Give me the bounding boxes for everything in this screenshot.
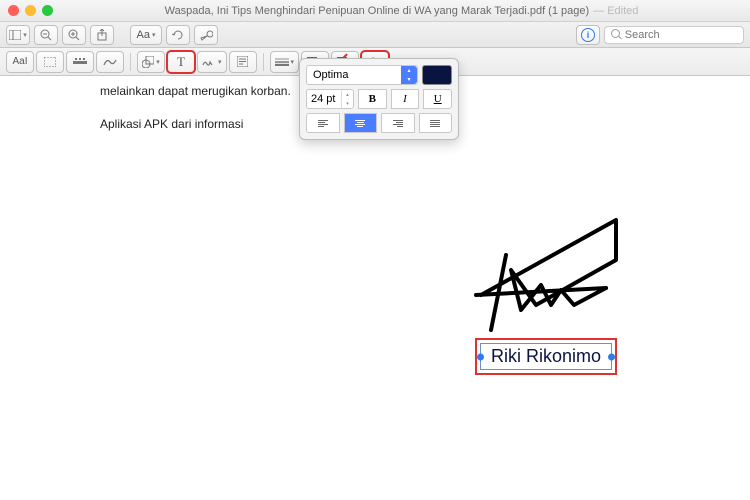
sketch-tool[interactable]: AaI — [6, 51, 34, 73]
underline-button[interactable]: U — [423, 89, 452, 109]
share-button[interactable] — [90, 25, 114, 45]
draw-tool[interactable] — [96, 51, 124, 73]
font-size-input[interactable]: 24 pt ▴▾ — [306, 89, 354, 109]
zoom-window-button[interactable] — [42, 5, 53, 16]
zoom-out-button[interactable] — [34, 25, 58, 45]
resize-handle-left[interactable] — [477, 353, 484, 360]
rotate-button[interactable] — [166, 25, 190, 45]
main-toolbar: ▾ Aa▾ i — [0, 22, 750, 48]
size-stepper-icon: ▴▾ — [341, 90, 353, 108]
resize-handle-right[interactable] — [608, 353, 615, 360]
annotation-text: Riki Rikonimo — [491, 346, 601, 366]
font-family-select[interactable]: Optima ▴▾ — [306, 65, 418, 85]
text-tool[interactable]: T — [167, 51, 195, 73]
sign-tool[interactable]: ▾ — [197, 51, 227, 73]
align-justify-button[interactable] — [419, 113, 453, 133]
traffic-lights — [8, 5, 53, 16]
search-icon — [611, 29, 621, 40]
shapes-tool[interactable]: ▾ — [137, 51, 165, 73]
signature-drawing[interactable] — [466, 200, 646, 340]
search-field[interactable] — [604, 26, 744, 44]
align-right-button[interactable] — [381, 113, 415, 133]
italic-button[interactable]: I — [391, 89, 420, 109]
markup-toggle-button[interactable] — [194, 25, 218, 45]
align-right-icon — [393, 120, 403, 127]
info-button[interactable]: i — [576, 25, 600, 45]
highlight-button[interactable]: Aa▾ — [130, 25, 162, 45]
note-tool[interactable] — [229, 51, 257, 73]
sidebar-toggle-button[interactable]: ▾ — [6, 25, 30, 45]
align-center-button[interactable] — [344, 113, 378, 133]
text-annotation-highlight: Riki Rikonimo — [475, 338, 617, 375]
window-titlebar: Waspada, Ini Tips Menghindari Penipuan O… — [0, 0, 750, 22]
bold-button[interactable]: B — [358, 89, 387, 109]
window-title: Waspada, Ini Tips Menghindari Penipuan O… — [61, 5, 742, 17]
align-left-icon — [318, 120, 328, 127]
text-annotation[interactable]: Riki Rikonimo — [480, 343, 612, 370]
align-justify-icon — [430, 120, 440, 127]
line-weight-tool[interactable]: ▾ — [270, 51, 300, 73]
text-color-swatch[interactable] — [422, 65, 452, 85]
info-icon: i — [581, 28, 595, 42]
align-center-icon — [355, 120, 365, 127]
rect-select-tool[interactable] — [36, 51, 64, 73]
minimize-window-button[interactable] — [25, 5, 36, 16]
zoom-in-button[interactable] — [62, 25, 86, 45]
text-style-popover: Optima ▴▾ 24 pt ▴▾ B I U — [299, 58, 459, 140]
redact-tool[interactable] — [66, 51, 94, 73]
close-window-button[interactable] — [8, 5, 19, 16]
align-left-button[interactable] — [306, 113, 340, 133]
search-input[interactable] — [625, 29, 737, 41]
select-stepper-icon: ▴▾ — [401, 66, 417, 84]
highlight-label: Aa — [137, 29, 150, 41]
